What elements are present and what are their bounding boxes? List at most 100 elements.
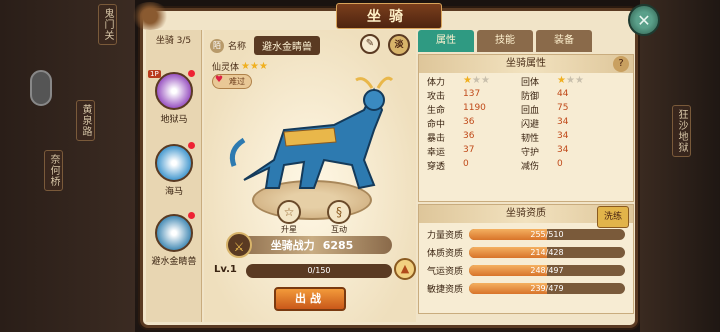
quality-title: 坐骑资质 xyxy=(506,208,546,219)
star-icon: ★ xyxy=(471,75,481,86)
attr-value: ★★★ xyxy=(557,75,615,88)
attr-key: 生命 xyxy=(427,106,446,116)
window-title: 坐骑 xyxy=(336,3,442,29)
attributes-section: 坐骑属性 ? 体力 ★★★ 回体 ★★★ 攻击 137 防御 44 生命 1190 回血 75 命中 36… xyxy=(418,54,634,202)
quality-row: 体质资质 214/428 xyxy=(427,246,625,259)
tab-skills[interactable]: 技能 xyxy=(477,30,533,52)
quality-bar: 214/428 xyxy=(469,247,625,258)
quality-section: 坐骑资质 洗练 力量资质 255/510 体质资质 214/428 气运资质 248/49… xyxy=(418,204,634,314)
star-icon: ★ xyxy=(574,75,584,86)
mount-detail-panel: 陌 名称 避水金睛兽 ✎ 淡 仙灵体 ★★★ ♥ 难过 ☆ 升星 § 互动 坐骑战… xyxy=(204,30,416,322)
attr-value: 0 xyxy=(557,159,563,169)
quality-rows: 力量资质 255/510 体质资质 214/428 气运资质 248/497 敏捷资质 239… xyxy=(419,228,633,295)
interact-button[interactable]: § 互动 xyxy=(324,200,354,235)
mount-model[interactable] xyxy=(224,70,394,200)
attr-key: 命中 xyxy=(427,120,446,130)
first-badge: 1P xyxy=(148,70,161,78)
name-label: 名称 xyxy=(228,42,247,52)
attr-value: 37 xyxy=(463,145,475,155)
attr-key: 幸运 xyxy=(427,148,446,158)
interact-label: 互动 xyxy=(331,225,347,234)
map-tag-huangquanlu[interactable]: 黄泉路 xyxy=(76,100,95,141)
notification-dot xyxy=(188,70,195,77)
attr-key: 韧性 xyxy=(521,134,540,144)
star-icon: ★ xyxy=(463,75,472,86)
mount-name: 地狱马 xyxy=(160,115,188,125)
title-bar: 坐骑 xyxy=(140,3,638,29)
rename-button[interactable]: ✎ xyxy=(360,34,380,54)
attr-value: 34 xyxy=(557,117,569,127)
deploy-button[interactable]: 出战 xyxy=(274,287,346,311)
side-handle[interactable] xyxy=(30,70,52,106)
level-label: Lv.1 xyxy=(214,264,237,275)
mount-avatar xyxy=(155,72,193,110)
quality-row: 气运资质 248/497 xyxy=(427,264,625,277)
quality-value: 255/510 xyxy=(530,230,564,239)
attr-value: 0 xyxy=(463,159,469,169)
attr-value: 44 xyxy=(557,89,569,99)
quality-value: 214/428 xyxy=(530,248,564,257)
exp-bar: 0/150 xyxy=(246,264,392,278)
attributes-grid: 体力 ★★★ 回体 ★★★ 攻击 137 防御 44 生命 1190 回血 75 命中 36 闪避 34 暴击 3… xyxy=(419,73,633,174)
attr-value: 137 xyxy=(463,89,481,99)
level-up-button[interactable]: ▲ xyxy=(394,258,416,280)
attr-key: 防御 xyxy=(521,92,540,102)
mount-item-bishui[interactable]: 避水金睛兽 xyxy=(150,212,198,267)
attr-key: 攻击 xyxy=(427,92,446,102)
map-tag-guimenguan[interactable]: 鬼门关 xyxy=(98,4,117,45)
attr-key: 穿透 xyxy=(427,162,446,172)
quality-header: 坐骑资质 洗练 xyxy=(419,205,633,228)
mount-name: 避水金睛兽 xyxy=(151,257,197,267)
power-value: 6285 xyxy=(322,238,354,252)
attr-key: 回体 xyxy=(521,78,540,88)
tab-equipment[interactable]: 装备 xyxy=(536,30,592,52)
help-icon[interactable]: ? xyxy=(613,56,629,72)
wash-button[interactable]: 洗练 xyxy=(596,206,629,228)
mount-avatar xyxy=(155,214,193,252)
attributes-title: 坐骑属性 xyxy=(506,58,546,69)
notification-dot xyxy=(188,142,195,149)
quality-value: 248/497 xyxy=(530,266,564,275)
map-tag-kuangsha[interactable]: 狂沙地狱 xyxy=(672,105,691,157)
attr-key: 回血 xyxy=(521,106,540,116)
right-map-panel xyxy=(640,0,720,332)
name-row: 陌 名称 避水金睛兽 xyxy=(210,36,321,55)
mount-name-value: 避水金睛兽 xyxy=(254,36,321,55)
tab-bar: 属性 技能 装备 xyxy=(418,30,634,52)
attr-key: 闪避 xyxy=(521,120,540,130)
arrow-up-icon: ▲ xyxy=(400,262,410,275)
quality-label: 体质资质 xyxy=(427,249,464,259)
interact-icon: § xyxy=(327,200,351,224)
attr-key: 减伤 xyxy=(521,162,540,172)
power-bar: 坐骑战力 6285 xyxy=(232,236,392,254)
attr-value: ★★★ xyxy=(463,75,521,88)
attr-value: 34 xyxy=(557,145,569,155)
notification-dot xyxy=(188,212,195,219)
tab-attributes[interactable]: 属性 xyxy=(418,30,474,52)
edit-icon: ✎ xyxy=(365,38,375,49)
attr-key: 守护 xyxy=(521,148,540,158)
star-up-icon: ☆ xyxy=(277,200,301,224)
name-chip: 陌 xyxy=(210,38,224,53)
action-buttons: ☆ 升星 § 互动 xyxy=(274,200,354,235)
close-icon: ✕ xyxy=(637,10,651,30)
star-up-button[interactable]: ☆ 升星 xyxy=(274,200,304,235)
attr-key: 体力 xyxy=(427,78,446,88)
quality-label: 气运资质 xyxy=(427,267,464,277)
attr-value: 34 xyxy=(557,131,569,141)
mount-list: 坐骑 3/5 1P 地狱马 海马 避水金睛兽 xyxy=(146,30,202,322)
attr-value: 36 xyxy=(463,117,475,127)
attr-key: 暴击 xyxy=(427,134,446,144)
mount-item-diyuma[interactable]: 1P 地狱马 xyxy=(148,70,198,125)
mount-item-haima[interactable]: 海马 xyxy=(150,142,198,197)
quality-value: 239/479 xyxy=(530,284,564,293)
quality-row: 敏捷资质 239/479 xyxy=(427,282,625,295)
star-icon: ★ xyxy=(565,75,575,86)
map-tag-naiheqiao[interactable]: 奈何桥 xyxy=(44,150,63,191)
seal-button[interactable]: 淡 xyxy=(388,34,410,56)
mount-avatar xyxy=(155,144,193,182)
power-label: 坐骑战力 xyxy=(270,239,315,252)
quality-bar: 248/497 xyxy=(469,265,625,276)
star-up-label: 升星 xyxy=(281,225,297,234)
attr-value: 1190 xyxy=(463,103,486,113)
